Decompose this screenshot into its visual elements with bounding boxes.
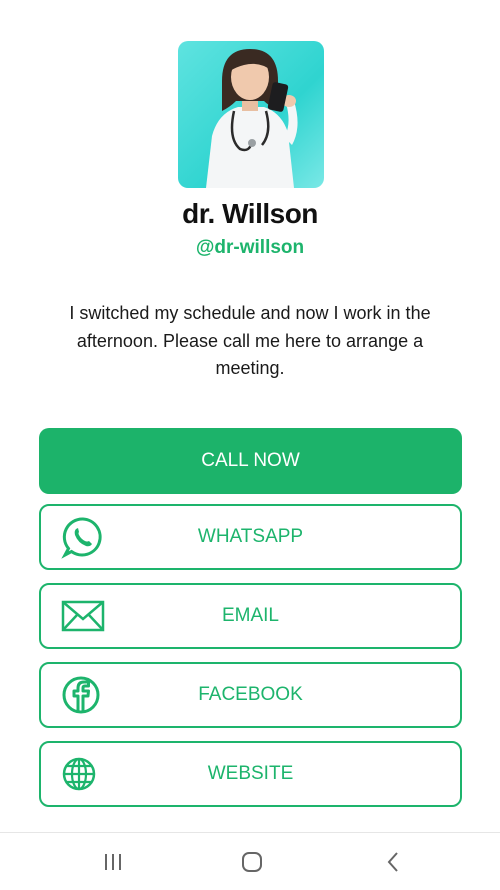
back-icon[interactable]: [380, 847, 406, 877]
avatar: [178, 41, 324, 188]
website-button[interactable]: WEBSITE: [39, 741, 462, 807]
email-button[interactable]: EMAIL: [39, 583, 462, 649]
system-nav-bar: [0, 832, 500, 890]
website-label: WEBSITE: [207, 763, 294, 784]
facebook-label: FACEBOOK: [198, 684, 303, 705]
facebook-icon: [61, 675, 101, 715]
whatsapp-label: WHATSAPP: [197, 526, 304, 547]
call-now-label: CALL NOW: [201, 450, 300, 471]
doctor-photo: [206, 49, 298, 188]
facebook-button[interactable]: FACEBOOK: [39, 662, 462, 728]
email-icon: [61, 599, 105, 633]
profile-name: dr. Willson: [182, 198, 318, 229]
call-now-button[interactable]: CALL NOW: [39, 428, 462, 494]
whatsapp-button[interactable]: WHATSAPP: [39, 504, 462, 570]
profile-handle[interactable]: @dr-willson: [0, 237, 500, 259]
recent-apps-icon[interactable]: [100, 847, 126, 877]
globe-icon: [61, 756, 97, 792]
email-label: EMAIL: [221, 605, 280, 626]
profile-bio: I switched my schedule and now I work in…: [69, 303, 431, 378]
home-icon[interactable]: [239, 847, 265, 877]
whatsapp-icon: [61, 515, 105, 559]
